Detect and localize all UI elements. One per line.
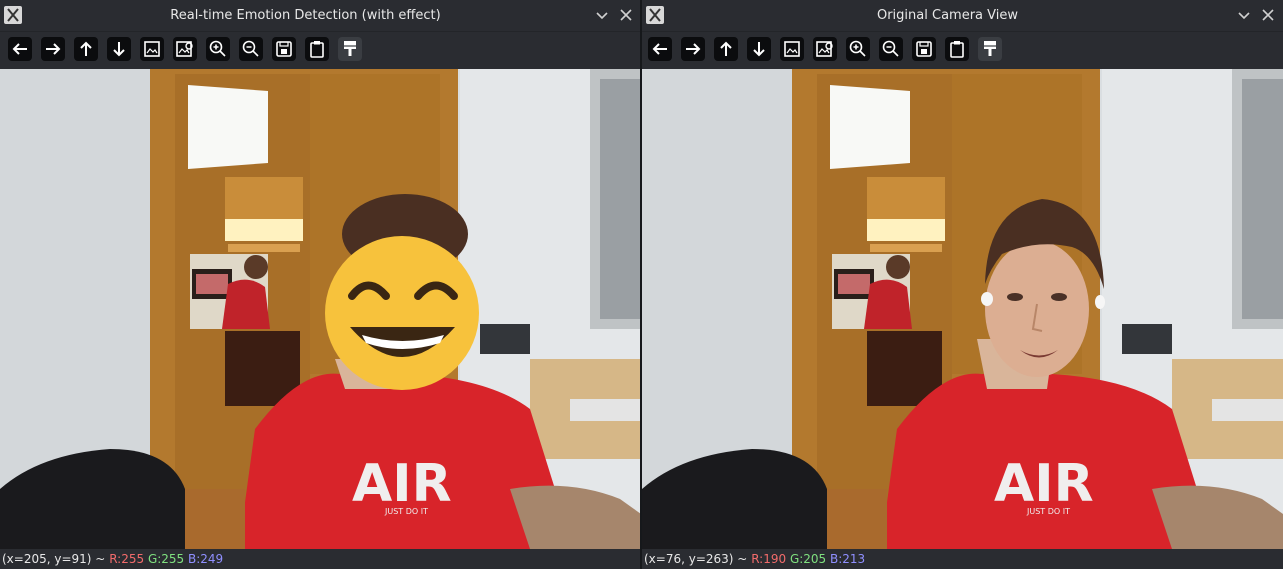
cursor-coordinates: (x=205, y=91) ~ (2, 552, 106, 566)
zoom-in-icon[interactable] (206, 37, 230, 61)
zoom-in-icon[interactable] (846, 37, 870, 61)
arrow-up-icon[interactable] (714, 37, 738, 61)
close-icon[interactable] (1259, 6, 1277, 24)
zoom-out-icon[interactable] (879, 37, 903, 61)
image-icon[interactable] (780, 37, 804, 61)
app-icon (4, 6, 22, 24)
arrow-left-icon[interactable] (8, 37, 32, 61)
arrow-left-icon[interactable] (648, 37, 672, 61)
titlebar[interactable]: Real-time Emotion Detection (with effect… (0, 0, 641, 32)
close-icon[interactable] (617, 6, 635, 24)
image-save-icon[interactable] (173, 37, 197, 61)
pixel-green-value: G:255 (147, 552, 185, 566)
camera-feed-with-effect[interactable]: AIR JUST DO IT (0, 69, 641, 549)
grinning-emoji-overlay (325, 236, 479, 390)
pixel-blue-value: B:213 (830, 552, 866, 566)
save-icon[interactable] (272, 37, 296, 61)
arrow-right-icon[interactable] (681, 37, 705, 61)
cursor-coordinates: (x=76, y=263) ~ (644, 552, 748, 566)
pixel-red-value: R:255 (109, 552, 145, 566)
pixel-red-value: R:190 (751, 552, 787, 566)
paint-brush-icon[interactable] (338, 37, 362, 61)
arrow-right-icon[interactable] (41, 37, 65, 61)
arrow-down-icon[interactable] (107, 37, 131, 61)
window-original-camera-view: Original Camera View AIR JUST DO IT (x=7… (642, 0, 1283, 569)
zoom-out-icon[interactable] (239, 37, 263, 61)
image-save-icon[interactable] (813, 37, 837, 61)
window-title: Real-time Emotion Detection (with effect… (170, 8, 441, 23)
toolbar (0, 32, 641, 68)
chevron-down-icon[interactable] (593, 6, 611, 24)
clipboard-icon[interactable] (945, 37, 969, 61)
window-emotion-detection: Real-time Emotion Detection (with effect… (0, 0, 641, 569)
arrow-down-icon[interactable] (747, 37, 771, 61)
chevron-down-icon[interactable] (1235, 6, 1253, 24)
image-icon[interactable] (140, 37, 164, 61)
pixel-blue-value: B:249 (188, 552, 224, 566)
pixel-green-value: G:205 (789, 552, 827, 566)
status-bar: (x=205, y=91) ~ R:255 G:255 B:249 (0, 549, 641, 569)
clipboard-icon[interactable] (305, 37, 329, 61)
paint-brush-icon[interactable] (978, 37, 1002, 61)
shirt-slogan: JUST DO IT (384, 507, 428, 516)
shirt-slogan: JUST DO IT (1026, 507, 1070, 516)
app-icon (646, 6, 664, 24)
arrow-up-icon[interactable] (74, 37, 98, 61)
titlebar[interactable]: Original Camera View (642, 0, 1283, 32)
save-icon[interactable] (912, 37, 936, 61)
toolbar (642, 32, 1283, 68)
window-title: Original Camera View (876, 8, 1018, 23)
camera-feed-original[interactable]: AIR JUST DO IT (642, 69, 1283, 549)
shirt-print: AIR (352, 454, 452, 514)
shirt-print: AIR (994, 454, 1094, 514)
status-bar: (x=76, y=263) ~ R:190 G:205 B:213 (642, 549, 1283, 569)
